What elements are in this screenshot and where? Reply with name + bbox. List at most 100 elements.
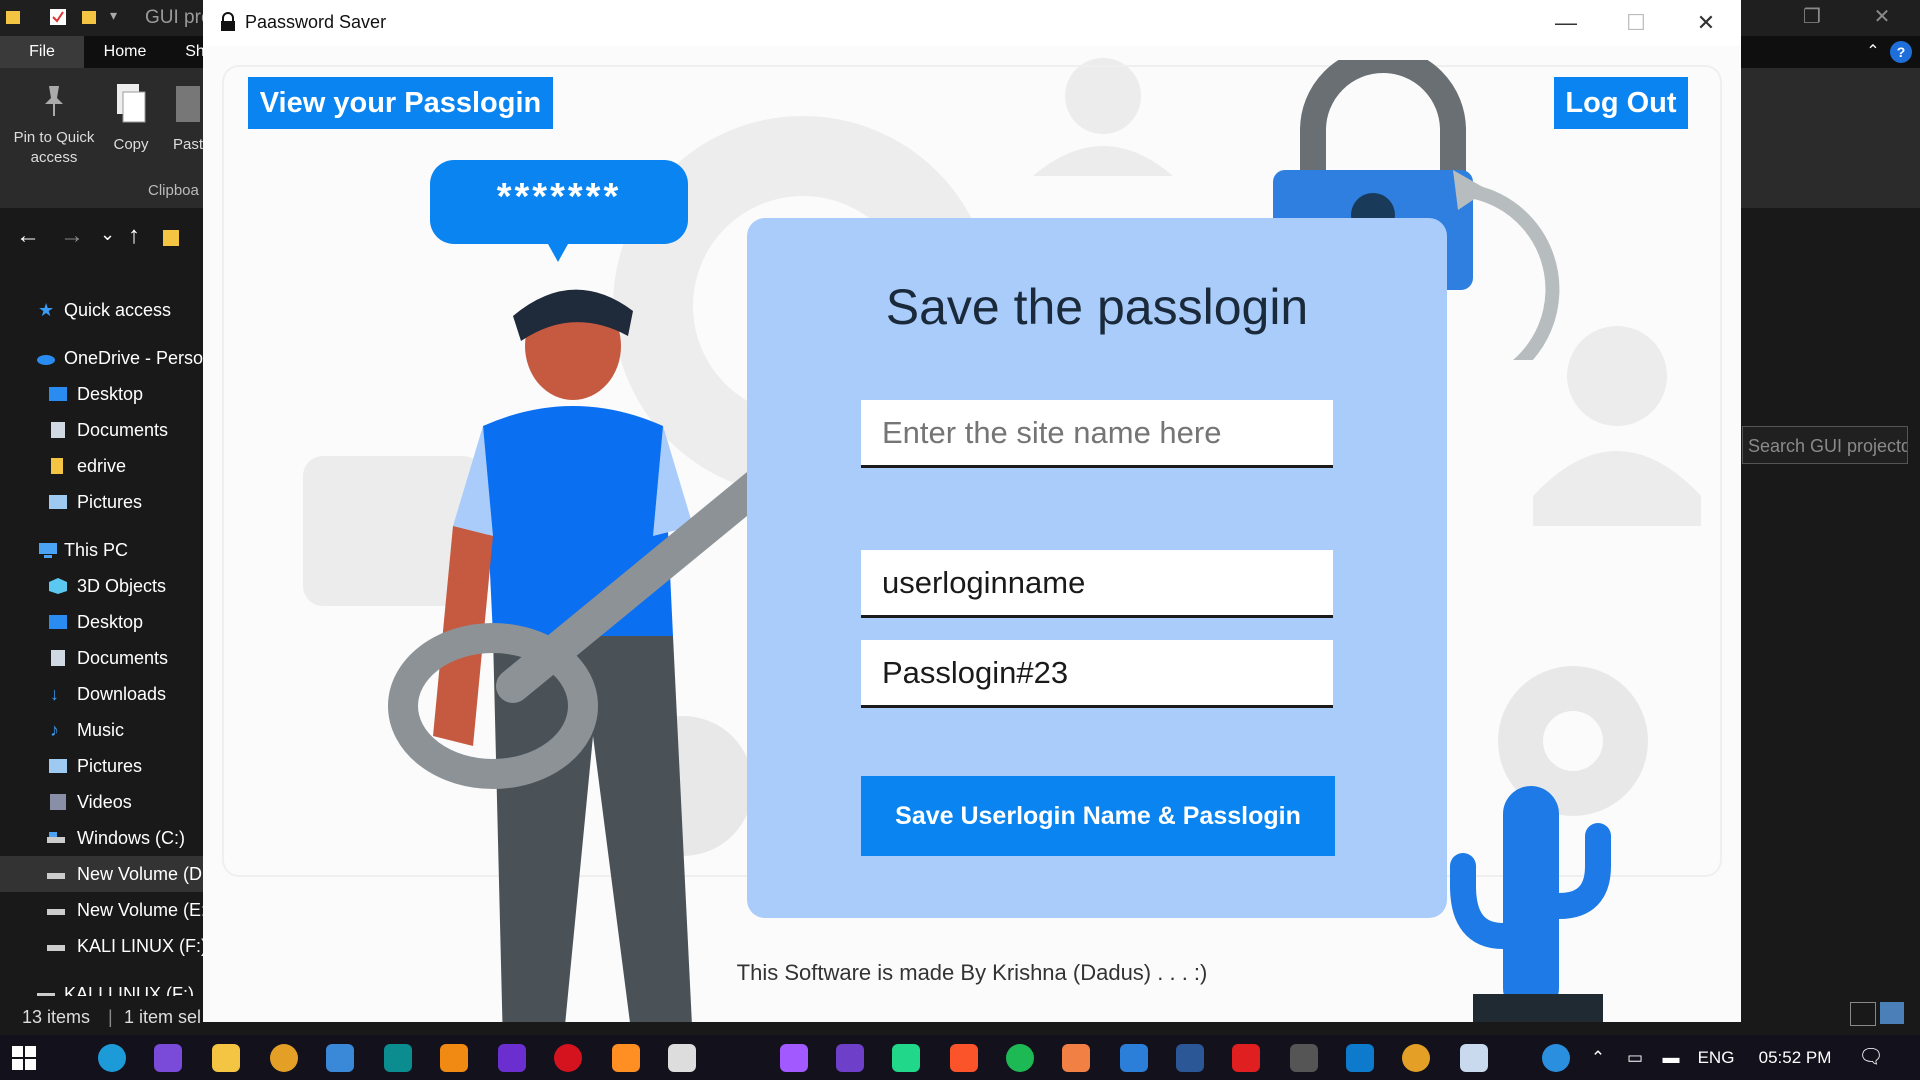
documents-folder-icon bbox=[51, 650, 65, 666]
nav-label: 3D Objects bbox=[77, 576, 167, 596]
nav-item-desktop[interactable]: Desktop bbox=[0, 376, 205, 412]
close-icon[interactable]: ✕ bbox=[1860, 2, 1904, 32]
figma-icon[interactable] bbox=[780, 1044, 808, 1072]
close-icon[interactable]: ✕ bbox=[1671, 0, 1741, 46]
nav-item-new-volume-d[interactable]: New Volume (D:) bbox=[0, 856, 205, 892]
nav-item-pictures[interactable]: Pictures bbox=[0, 484, 205, 520]
brave-icon[interactable] bbox=[950, 1044, 978, 1072]
drive-icon bbox=[47, 832, 65, 843]
restore-icon[interactable]: ❐ bbox=[1790, 2, 1834, 32]
nav-item-new-volume-e[interactable]: New Volume (E:) bbox=[0, 892, 205, 928]
scribble-icon[interactable] bbox=[1062, 1044, 1090, 1072]
paste-button[interactable]: Past bbox=[168, 82, 208, 153]
word-icon[interactable] bbox=[1176, 1044, 1204, 1072]
status-divider: | bbox=[108, 1007, 113, 1027]
forward-arrow-icon[interactable]: → bbox=[60, 222, 84, 250]
nav-item-documents[interactable]: Documents bbox=[0, 412, 205, 448]
vlc-icon[interactable] bbox=[440, 1044, 468, 1072]
cloud-icon bbox=[37, 355, 55, 365]
opera-icon[interactable] bbox=[554, 1044, 582, 1072]
photos-icon[interactable] bbox=[1120, 1044, 1148, 1072]
card-title: Save the passlogin bbox=[885, 279, 1309, 335]
remote-desktop-icon[interactable] bbox=[326, 1044, 354, 1072]
help-icon[interactable]: ? bbox=[1890, 41, 1912, 63]
navigation-pane: ★ Quick access OneDrive - Personal Deskto… bbox=[0, 280, 205, 1000]
status-bar: 13 items | 1 item sel bbox=[0, 1000, 205, 1035]
collapse-ribbon-icon[interactable]: ⌃ bbox=[1860, 36, 1886, 68]
nav-item-3d-objects[interactable]: 3D Objects bbox=[0, 568, 205, 604]
details-view-icon[interactable] bbox=[1850, 1002, 1876, 1026]
nav-item-desktop[interactable]: Desktop bbox=[0, 604, 205, 640]
pin-to-quick-access-button[interactable]: Pin to Quick access bbox=[8, 82, 100, 168]
folder-icon bbox=[163, 230, 179, 246]
minimize-icon[interactable]: — bbox=[1531, 0, 1601, 46]
back-arrow-icon[interactable]: ← bbox=[16, 222, 40, 250]
view-passlogin-button[interactable]: View your Passlogin bbox=[248, 77, 553, 129]
file-explorer-icon[interactable] bbox=[212, 1044, 240, 1072]
tab-file[interactable]: File bbox=[0, 36, 84, 68]
download-arrow-icon: ↓ bbox=[50, 684, 59, 704]
sublime-icon[interactable] bbox=[612, 1044, 640, 1072]
notepad-icon[interactable] bbox=[1460, 1044, 1488, 1072]
quick-access-dropdown-icon[interactable]: ▾ bbox=[110, 7, 130, 27]
maximize-icon[interactable]: ☐ bbox=[1601, 0, 1671, 46]
large-icons-view-icon[interactable] bbox=[1880, 1002, 1904, 1024]
messenger-icon[interactable] bbox=[154, 1044, 182, 1072]
nav-item-documents[interactable]: Documents bbox=[0, 640, 205, 676]
nav-item-downloads[interactable]: ↓ Downloads bbox=[0, 676, 205, 712]
arduino-icon[interactable] bbox=[384, 1044, 412, 1072]
acrobat-icon[interactable] bbox=[1232, 1044, 1260, 1072]
unity-icon[interactable] bbox=[668, 1044, 696, 1072]
save-credentials-button[interactable]: Save Userlogin Name & Passlogin bbox=[861, 776, 1335, 856]
chevron-up-icon[interactable]: ⌃ bbox=[1586, 1035, 1610, 1080]
ribbon-right-section bbox=[1740, 68, 1920, 208]
recent-locations-icon[interactable]: ⌄ bbox=[100, 224, 115, 245]
tab-home[interactable]: Home bbox=[90, 36, 160, 68]
edge-icon[interactable] bbox=[98, 1044, 126, 1072]
search-input[interactable]: Search GUI projectd bbox=[1742, 426, 1908, 464]
nav-item-pictures[interactable]: Pictures bbox=[0, 748, 205, 784]
language-indicator[interactable]: ENG bbox=[1694, 1035, 1738, 1080]
new-folder-icon[interactable] bbox=[80, 7, 100, 27]
up-arrow-icon[interactable]: ↑ bbox=[128, 222, 140, 250]
github-desktop-icon[interactable] bbox=[836, 1044, 864, 1072]
chrome-icon[interactable] bbox=[1402, 1044, 1430, 1072]
nav-item-kali-linux-f[interactable]: KALI LINUX (F:) bbox=[0, 928, 205, 964]
spotify-icon[interactable] bbox=[1006, 1044, 1034, 1072]
selected-count: 1 item sel bbox=[124, 1007, 202, 1027]
notifications-icon[interactable]: 🗨 bbox=[1856, 1035, 1886, 1080]
pin-label: Pin to Quick access bbox=[13, 129, 95, 166]
nav-item-this-pc[interactable]: This PC bbox=[0, 532, 205, 568]
nav-item-music[interactable]: ♪ Music bbox=[0, 712, 205, 748]
nav-item-videos[interactable]: Videos bbox=[0, 784, 205, 820]
username-input[interactable] bbox=[861, 550, 1333, 618]
nav-item-onedrive[interactable]: OneDrive - Personal bbox=[0, 340, 205, 376]
logout-button[interactable]: Log Out bbox=[1554, 77, 1688, 129]
masked-password-text: ******* bbox=[496, 176, 622, 218]
windows-start-icon[interactable] bbox=[12, 1046, 36, 1070]
nav-item-kali-linux-f-network[interactable]: KALI LINUX (F:) bbox=[0, 976, 205, 996]
nav-label: New Volume (D:) bbox=[77, 864, 205, 884]
vscode-icon[interactable] bbox=[1346, 1044, 1374, 1072]
settings-icon[interactable] bbox=[1290, 1044, 1318, 1072]
paste-icon bbox=[176, 86, 200, 122]
properties-icon[interactable] bbox=[48, 7, 68, 27]
password-input[interactable] bbox=[861, 640, 1333, 708]
copy-button[interactable]: Copy bbox=[106, 82, 156, 153]
nav-item-quick-access[interactable]: ★ Quick access bbox=[0, 292, 205, 328]
pycharm-icon[interactable] bbox=[892, 1044, 920, 1072]
help-tray-icon[interactable] bbox=[1542, 1044, 1570, 1072]
chrome-icon[interactable] bbox=[270, 1044, 298, 1072]
site-name-input[interactable] bbox=[861, 400, 1333, 468]
intellij-icon[interactable] bbox=[498, 1044, 526, 1072]
clock[interactable]: 05:52 PM bbox=[1750, 1035, 1840, 1080]
nav-item-windows-c[interactable]: Windows (C:) bbox=[0, 820, 205, 856]
documents-folder-icon bbox=[51, 422, 65, 438]
drive-icon bbox=[47, 945, 65, 951]
password-speech-bubble: ******* bbox=[430, 160, 688, 262]
nav-item-edrive[interactable]: edrive bbox=[0, 448, 205, 484]
nav-label: edrive bbox=[77, 456, 127, 476]
display-icon[interactable]: ▭ bbox=[1620, 1035, 1650, 1080]
drive-icon bbox=[47, 873, 65, 879]
battery-icon[interactable]: ▬ bbox=[1656, 1035, 1686, 1080]
